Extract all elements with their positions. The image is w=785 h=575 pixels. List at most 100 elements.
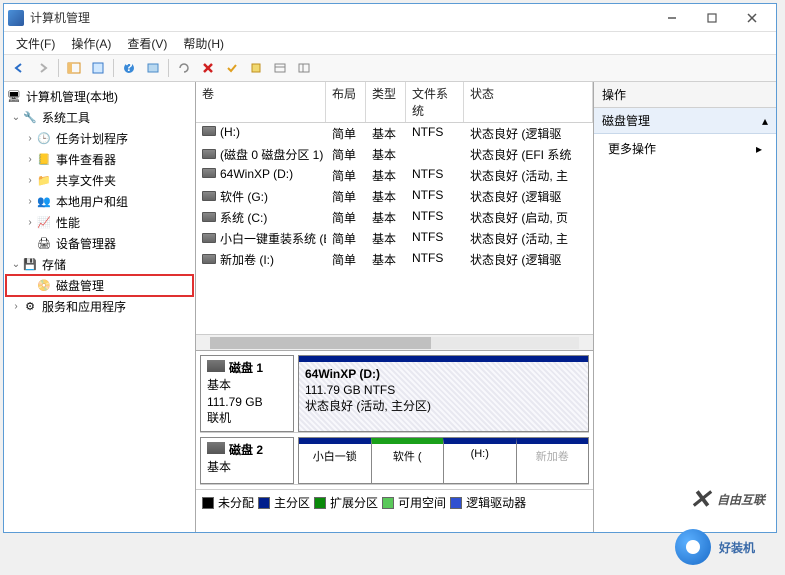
tree-shared-folders[interactable]: › 📁 共享文件夹 [6,170,193,191]
chevron-up-icon: ▴ [762,114,768,128]
legend-swatch-primary [258,497,270,509]
toolbar: ? [4,54,776,82]
actions-more-label: 更多操作 [608,140,656,157]
partition-seg[interactable]: (H:) [443,438,516,483]
tree-task-scheduler[interactable]: › 🕒 任务计划程序 [6,128,193,149]
chevron-right-icon[interactable]: › [10,301,22,312]
tree-storage[interactable]: ⌄ 💾 存储 [6,254,193,275]
actions-more[interactable]: 更多操作 ▸ [594,134,776,163]
menu-help[interactable]: 帮助(H) [175,33,232,54]
volume-row[interactable]: 64WinXP (D:)简单基本NTFS状态良好 (活动, 主 [196,165,593,186]
svg-text:?: ? [125,61,132,74]
chevron-right-icon[interactable]: › [24,175,36,186]
refresh-button[interactable] [173,57,195,79]
detail-button[interactable] [293,57,315,79]
chevron-right-icon[interactable]: › [24,196,36,207]
performance-icon: 📈 [36,215,52,231]
volume-list-header: 卷 布局 类型 文件系统 状态 [196,82,593,123]
col-volume[interactable]: 卷 [196,82,326,122]
tree-device-manager[interactable]: 🖨 设备管理器 [6,233,193,254]
legend-swatch-extended [314,497,326,509]
scrollbar-thumb[interactable] [210,337,431,349]
properties-button[interactable] [87,57,109,79]
chevron-down-icon[interactable]: ⌄ [10,259,22,270]
actions-section[interactable]: 磁盘管理 ▴ [594,108,776,134]
volume-row[interactable]: 系统 (C:)简单基本NTFS状态良好 (启动, 页 [196,207,593,228]
computer-management-window: 计算机管理 文件(F) 操作(A) 查看(V) 帮助(H) ? 🖥 [3,3,777,533]
share-icon: 📁 [36,173,52,189]
tree-performance[interactable]: › 📈 性能 [6,212,193,233]
volume-row[interactable]: 新加卷 (I:)简单基本NTFS状态良好 (逻辑驱 [196,249,593,270]
horizontal-scrollbar[interactable] [196,334,593,350]
col-filesystem[interactable]: 文件系统 [406,82,464,122]
tree-label: 系统工具 [42,109,90,126]
minimize-button[interactable] [652,5,692,31]
middle-panel: 卷 布局 类型 文件系统 状态 (H:)简单基本NTFS状态良好 (逻辑驱(磁盘… [196,82,594,532]
volume-icon [202,212,216,222]
tree-system-tools[interactable]: ⌄ 🔧 系统工具 [6,107,193,128]
tree-label: 服务和应用程序 [42,298,126,315]
chevron-right-icon[interactable]: › [24,133,36,144]
volume-row[interactable]: 软件 (G:)简单基本NTFS状态良好 (逻辑驱 [196,186,593,207]
disk-1-row[interactable]: 磁盘 1 基本 111.79 GB 联机 64WinXP (D:) 111.79… [200,355,589,433]
help-button[interactable]: ? [118,57,140,79]
close-button[interactable] [732,5,772,31]
partition-seg[interactable]: 小白一锁 [299,438,371,483]
chevron-down-icon[interactable]: ⌄ [10,112,22,123]
disk-1-info: 磁盘 1 基本 111.79 GB 联机 [200,355,294,432]
delete-button[interactable] [197,57,219,79]
disk-2-info: 磁盘 2 基本 [200,437,294,484]
chevron-right-icon[interactable]: › [24,217,36,228]
action-button[interactable] [245,57,267,79]
volume-row[interactable]: (H:)简单基本NTFS状态良好 (逻辑驱 [196,123,593,144]
legend-label: 主分区 [274,494,310,511]
tree-local-users[interactable]: › 👥 本地用户和组 [6,191,193,212]
window-title: 计算机管理 [30,9,652,26]
tree-label: 本地用户和组 [56,193,128,210]
tree-disk-management[interactable]: 📀 磁盘管理 [6,275,193,296]
show-hide-tree-button[interactable] [63,57,85,79]
tree-label: 共享文件夹 [56,172,116,189]
back-button[interactable] [8,57,30,79]
col-layout[interactable]: 布局 [326,82,366,122]
disk-title: 磁盘 2 [229,443,263,457]
watermark-haozhuangji: 好装机 [675,529,755,565]
legend-label: 逻辑驱动器 [466,494,526,511]
col-type[interactable]: 类型 [366,82,406,122]
partition-d[interactable]: 64WinXP (D:) 111.79 GB NTFS 状态良好 (活动, 主分… [299,356,588,431]
volume-row[interactable]: (磁盘 0 磁盘分区 1)简单基本状态良好 (EFI 系统 [196,144,593,165]
volume-icon [202,126,216,136]
disk-2-row[interactable]: 磁盘 2 基本 小白一锁 软件 ( (H:) 新加卷 [200,437,589,485]
menu-view[interactable]: 查看(V) [119,33,175,54]
chevron-right-icon: ▸ [756,142,762,156]
tree-services[interactable]: › ⚙ 服务和应用程序 [6,296,193,317]
list-button[interactable] [269,57,291,79]
toolbar-separator [168,59,169,77]
partition-seg[interactable]: 新加卷 [516,438,589,483]
clock-icon: 🕒 [36,131,52,147]
volume-row[interactable]: 小白一键重装系统 (E:)简单基本NTFS状态良好 (活动, 主 [196,228,593,249]
col-status[interactable]: 状态 [464,82,593,122]
watermark-text: 好装机 [719,539,755,556]
menu-action[interactable]: 操作(A) [63,33,119,54]
menu-file[interactable]: 文件(F) [8,33,63,54]
event-icon: 📒 [36,152,52,168]
tree-event-viewer[interactable]: › 📒 事件查看器 [6,149,193,170]
tree-label: 磁盘管理 [56,277,104,294]
tree-label: 设备管理器 [56,235,116,252]
partition-seg[interactable]: 软件 ( [371,438,444,483]
menubar: 文件(F) 操作(A) 查看(V) 帮助(H) [4,32,776,54]
forward-button[interactable] [32,57,54,79]
partition-size: 111.79 GB NTFS [305,382,582,398]
disk-1-layout: 64WinXP (D:) 111.79 GB NTFS 状态良好 (活动, 主分… [298,355,589,432]
tree-root[interactable]: 🖥 计算机管理(本地) [6,86,193,107]
check-button[interactable] [221,57,243,79]
actions-header: 操作 [594,82,776,108]
volume-list: 卷 布局 类型 文件系统 状态 (H:)简单基本NTFS状态良好 (逻辑驱(磁盘… [196,82,593,334]
actions-section-label: 磁盘管理 [602,112,650,129]
tree-panel: 🖥 计算机管理(本地) ⌄ 🔧 系统工具 › 🕒 任务计划程序 › 📒 事件查看… [4,82,196,532]
chevron-right-icon[interactable]: › [24,154,36,165]
view-button[interactable] [142,57,164,79]
storage-icon: 💾 [22,257,38,273]
maximize-button[interactable] [692,5,732,31]
